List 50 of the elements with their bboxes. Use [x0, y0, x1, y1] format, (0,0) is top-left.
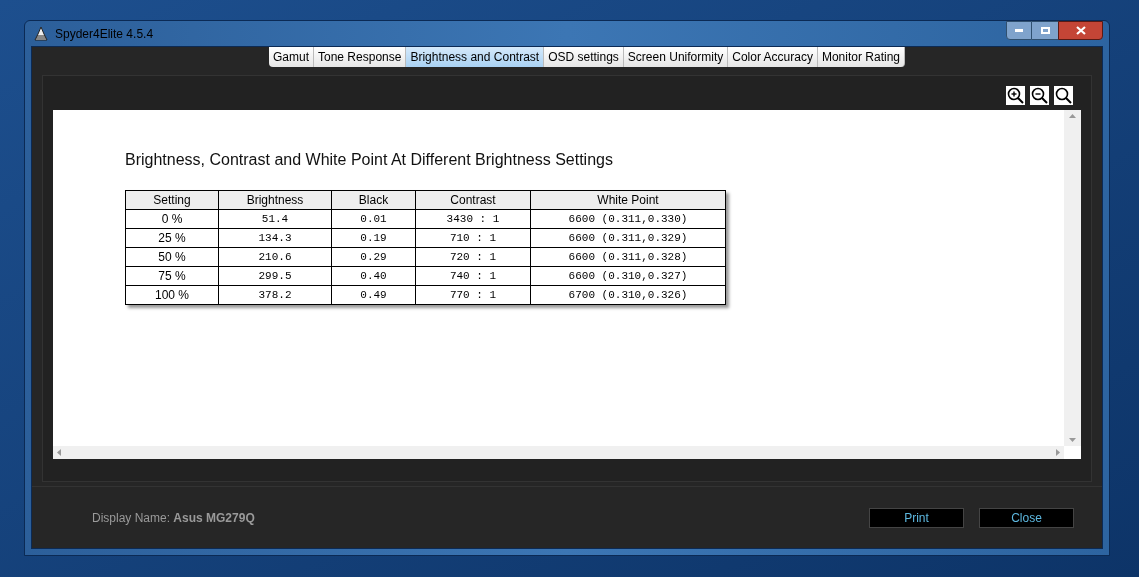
search-icon[interactable]: [1054, 85, 1073, 105]
tab[interactable]: Brightness and Contrast: [406, 47, 545, 67]
table-cell: 720 : 1: [415, 247, 531, 267]
table-cell: 299.5: [218, 266, 332, 286]
table-cell: 50 %: [125, 247, 219, 267]
table-cell: 6600 (0.311,0.330): [530, 209, 726, 229]
table-cell: 134.3: [218, 228, 332, 248]
column-header: Brightness: [218, 190, 332, 210]
table-cell: 0.19: [331, 228, 416, 248]
table-cell: 0.49: [331, 285, 416, 305]
table-cell: 710 : 1: [415, 228, 531, 248]
table-cell: 25 %: [125, 228, 219, 248]
table-cell: 740 : 1: [415, 266, 531, 286]
table-cell: 75 %: [125, 266, 219, 286]
tab[interactable]: OSD settings: [544, 47, 624, 67]
close-icon: [1075, 26, 1086, 35]
tab[interactable]: Gamut: [269, 47, 314, 67]
zoom-out-icon[interactable]: [1030, 85, 1049, 105]
maximize-button[interactable]: [1032, 21, 1058, 40]
column-header: Setting: [125, 190, 219, 210]
close-button[interactable]: [1058, 21, 1103, 40]
column-header: White Point: [530, 190, 726, 210]
table-cell: 3430 : 1: [415, 209, 531, 229]
app-logo-icon: [33, 25, 49, 42]
table-cell: 6600 (0.311,0.329): [530, 228, 726, 248]
zoom-in-icon[interactable]: [1006, 85, 1025, 105]
table-cell: 0.40: [331, 266, 416, 286]
table-cell: 770 : 1: [415, 285, 531, 305]
table-cell: 210.6: [218, 247, 332, 267]
column-header: Black: [331, 190, 416, 210]
tab[interactable]: Color Accuracy: [728, 47, 818, 67]
tab[interactable]: Tone Response: [314, 47, 407, 67]
display-name-label: Display Name: Asus MG279Q: [92, 509, 255, 527]
tab[interactable]: Screen Uniformity: [623, 47, 729, 67]
table-cell: 6600 (0.310,0.327): [530, 266, 726, 286]
table-cell: 0 %: [125, 209, 219, 229]
tab[interactable]: Monitor Rating: [817, 47, 905, 67]
table-cell: 100 %: [125, 285, 219, 305]
report-title: Brightness, Contrast and White Point At Different Brightness Settings: [125, 150, 614, 170]
table-cell: 6700 (0.310,0.326): [530, 285, 726, 305]
close-dialog-button[interactable]: Close: [979, 507, 1074, 528]
print-button[interactable]: Print: [869, 507, 964, 528]
table-cell: 378.2: [218, 285, 332, 305]
minimize-button[interactable]: [1006, 21, 1032, 40]
table-cell: 0.01: [331, 209, 416, 229]
column-header: Contrast: [415, 190, 531, 210]
window-title: Spyder4Elite 4.5.4: [55, 25, 154, 43]
table-cell: 6600 (0.311,0.328): [530, 247, 726, 267]
table-cell: 0.29: [331, 247, 416, 267]
table-cell: 51.4: [218, 209, 332, 229]
